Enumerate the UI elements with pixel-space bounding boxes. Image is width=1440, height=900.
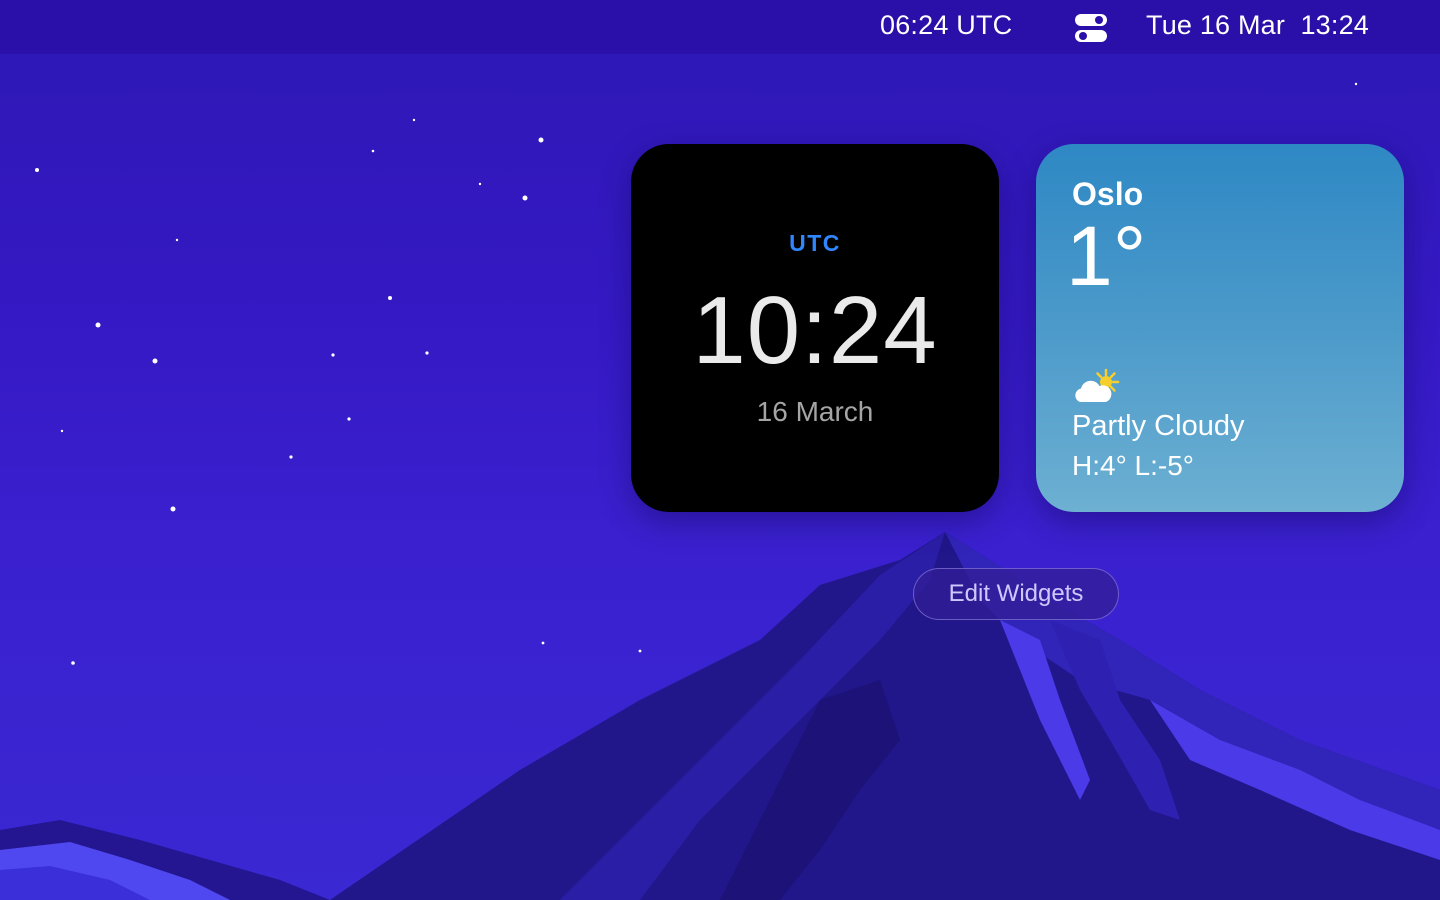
timezone-label: UTC <box>789 230 841 256</box>
clock-date: 16 March <box>756 396 874 427</box>
edit-widgets-button[interactable]: Edit Widgets <box>913 568 1119 620</box>
weather-temperature: 1° <box>1066 209 1147 303</box>
menu-bar-datetime[interactable]: Tue 16 Mar 13:24 <box>1146 10 1369 41</box>
world-clock-widget[interactable]: UTC 10:24 16 March <box>631 144 999 512</box>
control-center-icon[interactable] <box>1074 12 1108 44</box>
partly-cloudy-icon <box>1072 368 1124 408</box>
utc-clock-menu-item[interactable]: 06:24 UTC <box>880 10 1012 41</box>
weather-city: Oslo <box>1072 176 1144 212</box>
clock-time: 10:24 <box>692 277 938 384</box>
weather-condition: Partly Cloudy <box>1072 410 1245 442</box>
weather-widget[interactable]: Oslo 1° Partly Cloudy H:4° L:-5° <box>1036 144 1404 512</box>
weather-high-low: H:4° L:-5° <box>1072 450 1194 481</box>
menu-bar: 06:24 UTC Tue 16 Mar 13:24 <box>0 0 1440 54</box>
